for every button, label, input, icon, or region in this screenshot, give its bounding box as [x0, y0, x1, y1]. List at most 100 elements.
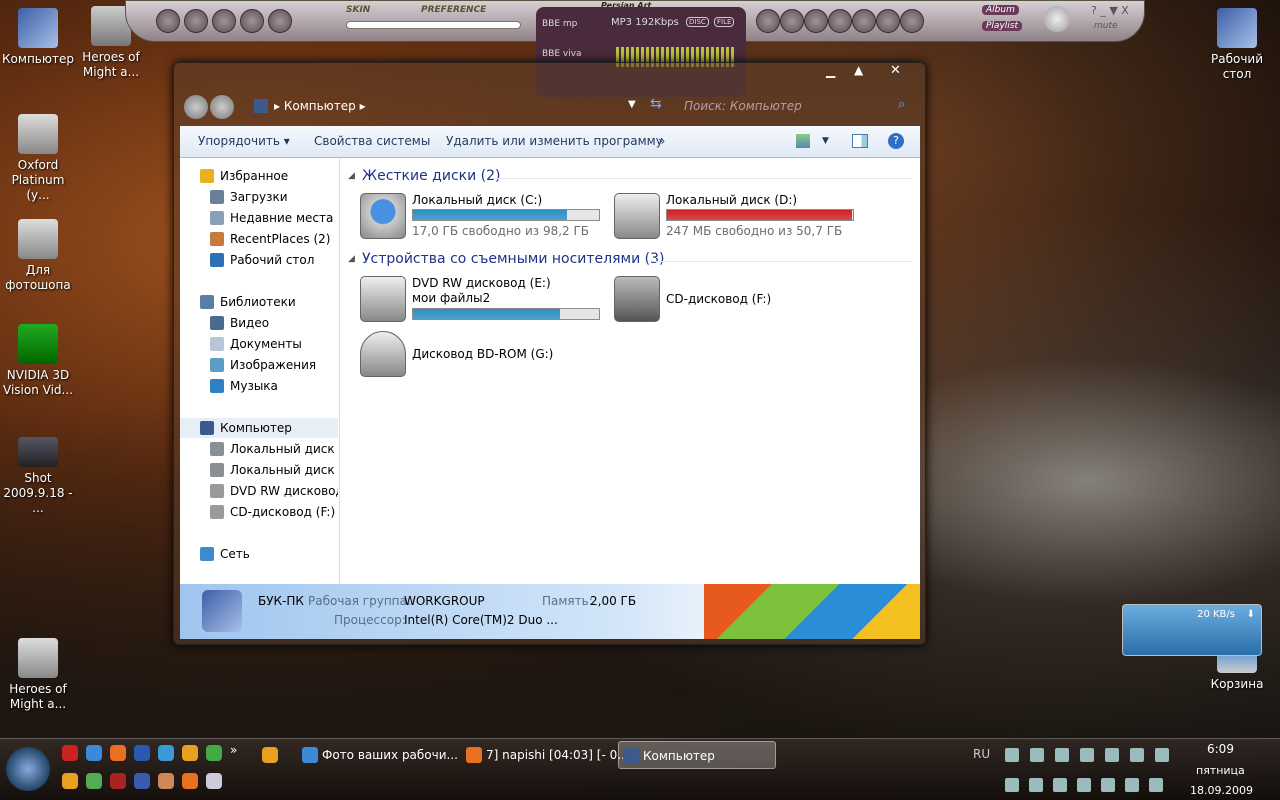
system-properties-button[interactable]: Свойства системы — [314, 134, 430, 148]
drive-d[interactable]: Локальный диск (D:) 247 МБ свободно из 50… — [614, 193, 864, 243]
tray-icon[interactable] — [1080, 748, 1094, 762]
nav-item[interactable]: Компьютер — [180, 418, 338, 438]
nav-item[interactable]: Локальный диск (D — [180, 460, 338, 480]
stop-button[interactable] — [804, 9, 828, 33]
rewind-button[interactable] — [780, 9, 804, 33]
next-button[interactable] — [900, 9, 924, 33]
search-icon[interactable]: ⌕ — [898, 97, 905, 112]
desktop-icon-nvidia[interactable]: NVIDIA 3D Vision Vid... — [0, 324, 76, 398]
nav-item[interactable]: DVD RW дисковод ( — [180, 481, 338, 501]
play-pause-button[interactable] — [852, 9, 876, 33]
nav-item[interactable]: Музыка — [180, 376, 338, 396]
player-button[interactable] — [268, 9, 292, 33]
quick-launch-icon[interactable] — [182, 745, 198, 761]
uninstall-program-button[interactable]: Удалить или изменить программу — [446, 134, 663, 148]
desktop-icon-photoshop-folder[interactable]: Для фотошопа — [0, 219, 76, 293]
quick-launch-icon[interactable] — [134, 745, 150, 761]
quick-launch-icon[interactable] — [110, 773, 126, 789]
bbe-viva[interactable]: BBE viva — [542, 49, 582, 59]
drive-c[interactable]: Локальный диск (C:) 17,0 ГБ свободно из 9… — [360, 193, 610, 243]
quick-launch-icon[interactable] — [206, 745, 222, 761]
album-button[interactable]: Album — [982, 5, 1019, 15]
task-browser[interactable]: Фото ваших рабочи... — [298, 741, 458, 769]
tray-icon[interactable] — [1155, 748, 1169, 762]
tray-icon[interactable] — [1053, 778, 1067, 792]
close-button[interactable]: ✕ — [890, 63, 901, 78]
player-window-controls[interactable]: ? _ ▼ X — [1091, 4, 1129, 17]
nav-item[interactable]: Локальный диск (C — [180, 439, 338, 459]
player-button[interactable] — [240, 9, 264, 33]
view-dropdown[interactable]: ▼ — [822, 136, 829, 146]
drive-g[interactable]: Дисковод BD-ROM (G:) — [360, 331, 610, 381]
player-button[interactable] — [184, 9, 208, 33]
quick-launch-icon[interactable] — [86, 773, 102, 789]
drive-f[interactable]: CD-дисковод (F:) — [614, 276, 864, 326]
volume-slider[interactable] — [346, 21, 521, 29]
media-player-icon[interactable] — [262, 747, 278, 763]
nav-item[interactable]: Загрузки — [180, 187, 338, 207]
volume-knob[interactable] — [1044, 6, 1070, 32]
player-button[interactable] — [212, 9, 236, 33]
breadcrumb[interactable]: ▸ Компьютер ▸ — [274, 99, 366, 113]
back-button[interactable] — [184, 95, 208, 119]
organize-button[interactable]: Упорядочить ▾ — [198, 134, 290, 148]
preference-label[interactable]: PREFERENCE — [421, 5, 486, 15]
desktop-icon-desktop[interactable]: Рабочий стол — [1199, 8, 1275, 82]
tray-icon[interactable] — [1005, 748, 1019, 762]
quick-launch-more[interactable]: » — [230, 743, 237, 757]
quick-launch-icon[interactable] — [158, 745, 174, 761]
tray-icon[interactable] — [1030, 748, 1044, 762]
skin-label[interactable]: SKIN — [346, 5, 370, 15]
tray-icon[interactable] — [1149, 778, 1163, 792]
tray-icon[interactable] — [1125, 778, 1139, 792]
nav-item[interactable]: Видео — [180, 313, 338, 333]
quick-launch-icon[interactable] — [62, 745, 78, 761]
desktop-icon-heroes-2[interactable]: Heroes of Might a... — [0, 638, 76, 712]
view-icon[interactable] — [796, 134, 810, 148]
nav-item[interactable]: Сеть — [180, 544, 338, 564]
search-input[interactable]: Поиск: Компьютер — [684, 99, 802, 113]
nav-item[interactable]: Избранное — [180, 166, 338, 186]
playlist-button[interactable]: Playlist — [982, 21, 1022, 31]
nav-item[interactable]: Изображения — [180, 355, 338, 375]
quick-launch-icon[interactable] — [62, 773, 78, 789]
breadcrumb-computer[interactable]: Компьютер — [284, 99, 356, 113]
address-dropdown[interactable]: ▼ — [628, 99, 636, 110]
language-indicator[interactable]: RU — [973, 747, 990, 761]
desktop-icon-oxford[interactable]: Oxford Platinum (у... — [0, 114, 76, 203]
player-button[interactable] — [156, 9, 180, 33]
minimize-button[interactable]: ▁ — [826, 64, 835, 78]
clock-day[interactable]: пятница — [1196, 764, 1245, 777]
file-button[interactable]: FILE — [714, 17, 735, 27]
tray-icon[interactable] — [1005, 778, 1019, 792]
disc-button[interactable]: DISC — [686, 17, 709, 27]
forward-button[interactable] — [210, 95, 234, 119]
clock-time[interactable]: 6:09 — [1207, 742, 1234, 756]
drive-e[interactable]: DVD RW дисковод (E:) мои файлы2 — [360, 276, 610, 326]
quick-launch-icon[interactable] — [134, 773, 150, 789]
group-header-hard-disks[interactable]: Жесткие диски (2) — [362, 168, 500, 184]
open-button[interactable] — [828, 9, 852, 33]
tray-icon[interactable] — [1029, 778, 1043, 792]
tray-icon[interactable] — [1101, 778, 1115, 792]
desktop-icon-computer[interactable]: Компьютер — [0, 8, 76, 67]
preview-pane-button[interactable] — [852, 134, 868, 148]
nav-item[interactable]: Рабочий стол — [180, 250, 338, 270]
quick-launch-icon[interactable] — [110, 745, 126, 761]
nav-item[interactable]: Недавние места — [180, 208, 338, 228]
prev-button[interactable] — [756, 9, 780, 33]
tray-icon[interactable] — [1130, 748, 1144, 762]
nav-item[interactable]: Документы — [180, 334, 338, 354]
quick-launch-icon[interactable] — [206, 773, 222, 789]
clock-date[interactable]: 18.09.2009 — [1190, 784, 1253, 797]
task-player[interactable]: 7] napishi [04:03] [- 0... — [462, 741, 629, 769]
network-meter-gadget[interactable]: 20 KB/s ⬇ — [1122, 604, 1262, 656]
collapse-icon[interactable]: ◢ — [348, 254, 355, 264]
mute-label[interactable]: mute — [1094, 21, 1118, 31]
quick-launch-icon[interactable] — [182, 773, 198, 789]
quick-launch-icon[interactable] — [86, 745, 102, 761]
more-button[interactable]: » — [658, 134, 665, 148]
quick-launch-icon[interactable] — [158, 773, 174, 789]
group-header-removable[interactable]: Устройства со съемными носителями (3) — [362, 251, 664, 267]
collapse-icon[interactable]: ◢ — [348, 171, 355, 181]
